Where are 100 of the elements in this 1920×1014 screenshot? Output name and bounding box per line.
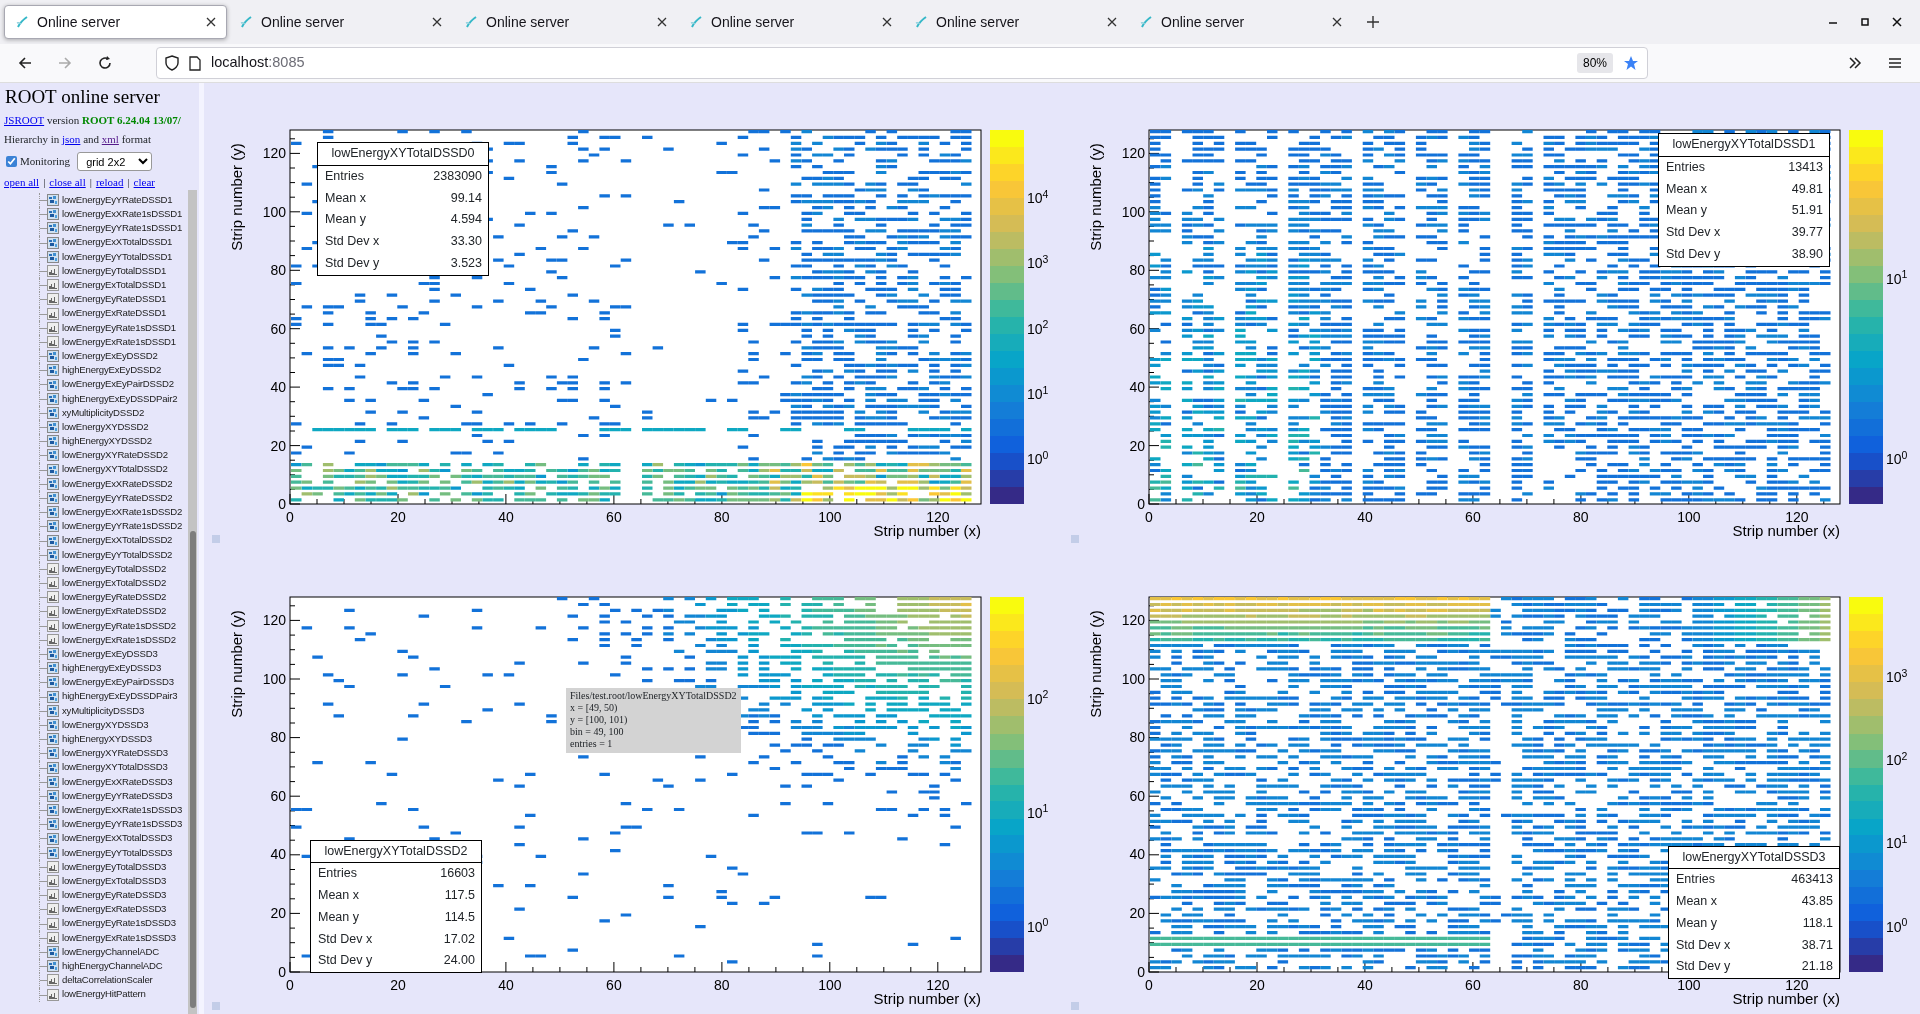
tree-item[interactable]: highEnergyExEyDSSD2 bbox=[62, 363, 162, 378]
close-tab-button[interactable] bbox=[432, 17, 442, 27]
address-bar[interactable]: localhost:8085 80% bbox=[156, 47, 1648, 79]
resize-handle-icon[interactable] bbox=[1071, 534, 1079, 543]
tree-item[interactable]: lowEnergyEyYRate1sDSSD2 bbox=[62, 519, 183, 534]
close-tab-button[interactable] bbox=[206, 17, 216, 27]
tree-item[interactable]: lowEnergyEyYRateDSSD1 bbox=[62, 192, 173, 208]
close-tab-button[interactable] bbox=[882, 17, 892, 27]
link-separator: | bbox=[89, 175, 92, 190]
tree-item[interactable]: lowEnergyExTotalDSSD3 bbox=[62, 873, 167, 889]
tooltip-line: x = [49, 50) bbox=[570, 701, 618, 714]
tree-item[interactable]: lowEnergyXYRateDSSD2 bbox=[62, 448, 168, 463]
tree-item[interactable]: lowEnergyExXTotalDSSD3 bbox=[62, 831, 173, 846]
new-tab-icon[interactable] bbox=[1366, 15, 1380, 29]
tree-item[interactable]: lowEnergyExRate1sDSSD1 bbox=[62, 334, 176, 350]
tree-item[interactable]: lowEnergyEyRate1sDSSD2 bbox=[62, 618, 176, 633]
tree-item[interactable]: lowEnergyEyRate1sDSSD3 bbox=[62, 916, 176, 931]
tree-item[interactable]: lowEnergyEyYRateDSSD2 bbox=[62, 490, 173, 506]
tree-item[interactable]: lowEnergyEyTotalDSSD2 bbox=[62, 561, 167, 577]
resize-handle-icon[interactable] bbox=[1071, 1002, 1079, 1010]
browser-tab[interactable]: Online server bbox=[679, 5, 902, 39]
action-link[interactable]: close all bbox=[49, 174, 86, 191]
layout-select[interactable]: grid 2x2 bbox=[77, 152, 153, 171]
xml-link[interactable]: xml bbox=[101, 133, 119, 145]
double-chevron-icon[interactable] bbox=[1847, 55, 1863, 71]
tree-item[interactable]: xyMultiplicityDSSD2 bbox=[62, 405, 145, 421]
close-tab-button[interactable] bbox=[657, 17, 667, 27]
tree-item[interactable]: lowEnergyExXRate1sDSSD3 bbox=[62, 802, 183, 818]
tree-item[interactable]: lowEnergyExRate1sDSSD3 bbox=[62, 930, 176, 946]
tree-item[interactable]: lowEnergyExXRate1sDSSD2 bbox=[62, 505, 183, 520]
tree-item[interactable]: lowEnergyExTotalDSSD2 bbox=[62, 575, 167, 591]
tree-item[interactable]: lowEnergyExEyPairDSSD2 bbox=[62, 377, 174, 392]
shield-icon[interactable] bbox=[165, 55, 179, 71]
histogram-icon bbox=[47, 591, 59, 604]
menu-icon[interactable] bbox=[1887, 55, 1903, 71]
tree-item[interactable]: lowEnergyEyRateDSSD3 bbox=[62, 888, 167, 903]
tree-item[interactable]: lowEnergyChannelADC bbox=[62, 944, 159, 960]
tree-item[interactable]: deltaCorrelationScaler bbox=[62, 973, 153, 988]
tree-item[interactable]: highEnergyChannelADC bbox=[62, 959, 163, 974]
back-icon[interactable] bbox=[17, 55, 33, 71]
restore-icon[interactable] bbox=[1860, 17, 1870, 27]
tree-item[interactable]: lowEnergyXYTotalDSSD2 bbox=[62, 462, 168, 477]
tree-item[interactable]: lowEnergyEyYRate1sDSSD3 bbox=[62, 817, 183, 832]
tree-item[interactable]: lowEnergyEyYRate1sDSSD1 bbox=[62, 221, 183, 236]
tree-item[interactable]: lowEnergyEyYTotalDSSD2 bbox=[62, 547, 173, 562]
tree-item[interactable]: lowEnergyExEyDSSD2 bbox=[62, 348, 158, 364]
tree-item[interactable]: lowEnergyExRateDSSD2 bbox=[62, 604, 167, 619]
browser-tab[interactable]: Online server bbox=[1129, 5, 1352, 39]
tree-item[interactable]: highEnergyExEyDSSD3 bbox=[62, 661, 162, 676]
close-icon[interactable] bbox=[1892, 17, 1902, 27]
action-link[interactable]: reload bbox=[95, 174, 124, 191]
tree-item[interactable]: lowEnergyExRateDSSD1 bbox=[62, 306, 167, 321]
tree-item[interactable]: lowEnergyXYRateDSSD3 bbox=[62, 746, 168, 761]
close-tab-button[interactable] bbox=[1107, 17, 1117, 27]
tree-item[interactable]: lowEnergyExEyPairDSSD3 bbox=[62, 675, 174, 690]
tree-item[interactable]: lowEnergyEyTotalDSSD3 bbox=[62, 859, 167, 875]
action-link[interactable]: clear bbox=[133, 174, 155, 191]
tree-item[interactable]: highEnergyExEyDSSDPair2 bbox=[62, 391, 178, 406]
browser-tab[interactable]: Online server bbox=[4, 5, 227, 39]
resize-handle-icon[interactable] bbox=[212, 1002, 220, 1010]
json-link[interactable]: json bbox=[62, 133, 81, 145]
heatmap-icon bbox=[47, 704, 59, 717]
tree-item[interactable]: lowEnergyEyYTotalDSSD3 bbox=[62, 845, 173, 860]
tree-item[interactable]: lowEnergyXYTotalDSSD3 bbox=[62, 760, 168, 775]
stat-label: Entries bbox=[318, 865, 357, 883]
tree-item[interactable]: lowEnergyExRateDSSD3 bbox=[62, 902, 167, 917]
tree-item[interactable]: lowEnergyExXTotalDSSD2 bbox=[62, 533, 173, 548]
monitoring-checkbox[interactable] bbox=[6, 156, 17, 167]
tree-item[interactable]: lowEnergyExXTotalDSSD1 bbox=[62, 235, 173, 250]
action-link[interactable]: open all bbox=[4, 174, 40, 191]
zoom-button[interactable]: 80% bbox=[1576, 53, 1613, 73]
star-icon[interactable] bbox=[1623, 55, 1639, 71]
tree-item[interactable]: lowEnergyExEyDSSD3 bbox=[62, 646, 158, 662]
jsroot-link[interactable]: JSROOT bbox=[4, 114, 45, 126]
tree-item[interactable]: lowEnergyEyTotalDSSD1 bbox=[62, 263, 167, 279]
browser-tab[interactable]: Online server bbox=[229, 5, 452, 39]
close-tab-button[interactable] bbox=[1332, 17, 1342, 27]
tree-item[interactable]: lowEnergyEyRateDSSD1 bbox=[62, 292, 167, 307]
tree-item[interactable]: lowEnergyEyYRateDSSD3 bbox=[62, 788, 173, 804]
tree-item[interactable]: lowEnergyExTotalDSSD1 bbox=[62, 278, 167, 293]
tree-item[interactable]: lowEnergyExXRateDSSD3 bbox=[62, 774, 173, 789]
page-icon[interactable] bbox=[189, 55, 201, 71]
tree-item[interactable]: highEnergyXYDSSD2 bbox=[62, 434, 152, 449]
tree-item[interactable]: highEnergyXYDSSD3 bbox=[62, 732, 152, 747]
tree-item[interactable]: lowEnergyEyYTotalDSSD1 bbox=[62, 249, 173, 265]
resize-handle-icon[interactable] bbox=[212, 534, 220, 543]
tree-item[interactable]: lowEnergyEyRateDSSD2 bbox=[62, 590, 167, 605]
browser-tab[interactable]: Online server bbox=[454, 5, 677, 39]
tree-item[interactable]: lowEnergyExXRate1sDSSD1 bbox=[62, 207, 183, 222]
reload-icon[interactable] bbox=[97, 55, 113, 71]
tree-item[interactable]: lowEnergyExXRateDSSD2 bbox=[62, 476, 173, 492]
tree-item[interactable]: xyMultiplicityDSSD3 bbox=[62, 703, 145, 719]
tree-item[interactable]: lowEnergyHitPattern bbox=[62, 987, 146, 1002]
tree-item[interactable]: lowEnergyXYDSSD2 bbox=[62, 419, 149, 435]
tree-item[interactable]: lowEnergyEyRate1sDSSD1 bbox=[62, 320, 176, 335]
tree-item[interactable]: lowEnergyXYDSSD3 bbox=[62, 717, 149, 733]
tree-item[interactable]: highEnergyExEyDSSDPair3 bbox=[62, 689, 178, 704]
browser-tab[interactable]: Online server bbox=[904, 5, 1127, 39]
tree-item[interactable]: lowEnergyExRate1sDSSD2 bbox=[62, 632, 176, 648]
scrollbar-thumb[interactable] bbox=[190, 531, 196, 1008]
